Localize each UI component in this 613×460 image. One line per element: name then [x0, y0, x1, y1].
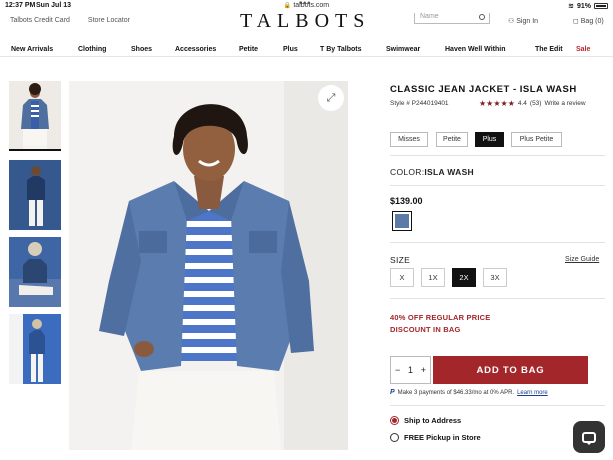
size-type-plus-petite[interactable]: Plus Petite: [511, 132, 562, 147]
credit-card-link[interactable]: Talbots Credit Card: [10, 17, 70, 24]
add-to-bag-button[interactable]: ADD TO BAG: [433, 356, 588, 384]
search-input[interactable]: Name: [414, 13, 490, 24]
store-locator-link[interactable]: Store Locator: [88, 17, 130, 24]
qty-value: 1: [407, 365, 413, 375]
promo-line-1: 40% OFF REGULAR PRICE: [390, 313, 491, 322]
product-title: CLASSIC JEAN JACKET - ISLA WASH: [390, 84, 577, 95]
size-guide-link[interactable]: Size Guide: [565, 256, 599, 263]
status-bar: 12:37 PM Sun Jul 13 ••• 🔒 talbots.com ≋ 9…: [0, 0, 613, 13]
qty-plus-button[interactable]: +: [421, 365, 426, 375]
style-number: Style # P244019401: [390, 100, 449, 107]
search-icon[interactable]: [479, 14, 485, 20]
nav-accessories[interactable]: Accessories: [175, 46, 216, 53]
product-thumbnail-2[interactable]: [9, 160, 61, 230]
divider: [390, 155, 605, 156]
paypal-message: P Make 3 payments of $46.33/mo at 0% APR…: [390, 389, 548, 396]
nav-new-arrivals[interactable]: New Arrivals: [11, 46, 53, 53]
nav-petite[interactable]: Petite: [239, 46, 258, 53]
address-bar[interactable]: 🔒 talbots.com: [0, 2, 613, 9]
account-label: Sign In: [516, 18, 539, 25]
radio-unchecked-icon[interactable]: [390, 433, 399, 442]
main-nav: New Arrivals Clothing Shoes Accessories …: [0, 39, 613, 57]
divider: [390, 242, 605, 243]
radio-checked-icon[interactable]: [390, 416, 399, 425]
divider: [390, 298, 605, 299]
product-price: $139.00: [390, 196, 423, 206]
color-swatch-isla-wash[interactable]: [392, 211, 412, 231]
talbots-logo[interactable]: TALBOTS: [240, 13, 370, 31]
nav-shoes[interactable]: Shoes: [131, 46, 152, 53]
wifi-icon: ≋: [568, 3, 574, 10]
nav-t-by-talbots[interactable]: T By Talbots: [320, 46, 361, 53]
size-type-petite[interactable]: Petite: [436, 132, 468, 147]
ship-to-address-label: Ship to Address: [404, 416, 462, 425]
bag-icon: ◻: [573, 18, 579, 25]
nav-sale[interactable]: Sale: [576, 46, 590, 53]
bag-link[interactable]: ◻ Bag (0): [573, 17, 604, 25]
battery-icon: [594, 3, 608, 9]
expand-icon: ⤢: [326, 91, 336, 104]
qty-minus-button[interactable]: −: [395, 365, 400, 375]
size-option-2x[interactable]: 2X: [452, 268, 476, 287]
product-main-image[interactable]: [69, 81, 348, 450]
quantity-stepper[interactable]: − 1 +: [390, 356, 431, 384]
rating-stars-icon: ★★★★★: [479, 99, 515, 108]
nav-plus[interactable]: Plus: [283, 46, 298, 53]
divider: [390, 185, 605, 186]
chat-icon: [582, 431, 596, 445]
user-icon: ⚇: [508, 18, 515, 25]
expand-image-button[interactable]: ⤢: [318, 85, 344, 111]
product-thumbnail-4[interactable]: [9, 314, 61, 384]
nav-swimwear[interactable]: Swimwear: [386, 46, 420, 53]
paypal-learn-more-link[interactable]: Learn more: [517, 390, 548, 396]
nav-clothing[interactable]: Clothing: [78, 46, 106, 53]
paypal-text: Make 3 payments of $46.33/mo at 0% APR.: [397, 389, 515, 396]
product-rating[interactable]: ★★★★★ 4.4 (53) Write a review: [479, 99, 586, 108]
product-thumbnail-1[interactable]: [9, 81, 61, 151]
nav-the-edit[interactable]: The Edit: [535, 46, 563, 53]
battery-percent: 91%: [576, 2, 591, 10]
nav-haven-well-within[interactable]: Haven Well Within: [445, 46, 505, 53]
product-thumbnail-3[interactable]: [9, 237, 61, 307]
site-header: Talbots Credit Card Store Locator TALBOT…: [0, 13, 613, 31]
chat-button[interactable]: [573, 421, 605, 453]
size-label: SIZE: [390, 255, 411, 265]
write-review-link[interactable]: Write a review: [544, 100, 585, 107]
bag-label: Bag (0): [580, 18, 604, 25]
paypal-icon: P: [390, 389, 395, 396]
ship-to-address-option[interactable]: Ship to Address: [390, 416, 461, 425]
color-value: ISLA WASH: [424, 167, 474, 177]
rating-value: 4.4: [517, 100, 527, 107]
divider: [390, 405, 605, 406]
pickup-in-store-label: FREE Pickup in Store: [404, 433, 481, 442]
size-option-3x[interactable]: 3X: [483, 268, 507, 287]
swatch-fill: [395, 214, 409, 228]
color-label-text: COLOR:: [390, 167, 425, 177]
lock-icon: 🔒: [283, 3, 292, 9]
color-label: COLOR:ISLA WASH: [390, 167, 474, 177]
pickup-in-store-option[interactable]: FREE Pickup in Store: [390, 433, 481, 442]
status-right: ≋ 91%: [568, 2, 608, 10]
size-type-misses[interactable]: Misses: [390, 132, 428, 147]
size-type-plus[interactable]: Plus: [475, 132, 504, 147]
size-option-1x[interactable]: 1X: [421, 268, 445, 287]
promo-message: 40% OFF REGULAR PRICE DISCOUNT IN BAG: [390, 312, 490, 336]
url-text: talbots.com: [293, 2, 330, 9]
promo-line-2: DISCOUNT IN BAG: [390, 325, 461, 334]
review-count: (53): [529, 100, 542, 107]
size-option-x[interactable]: X: [390, 268, 414, 287]
account-link[interactable]: ⚇ Sign In: [508, 17, 538, 25]
search-placeholder: Name: [420, 13, 439, 20]
